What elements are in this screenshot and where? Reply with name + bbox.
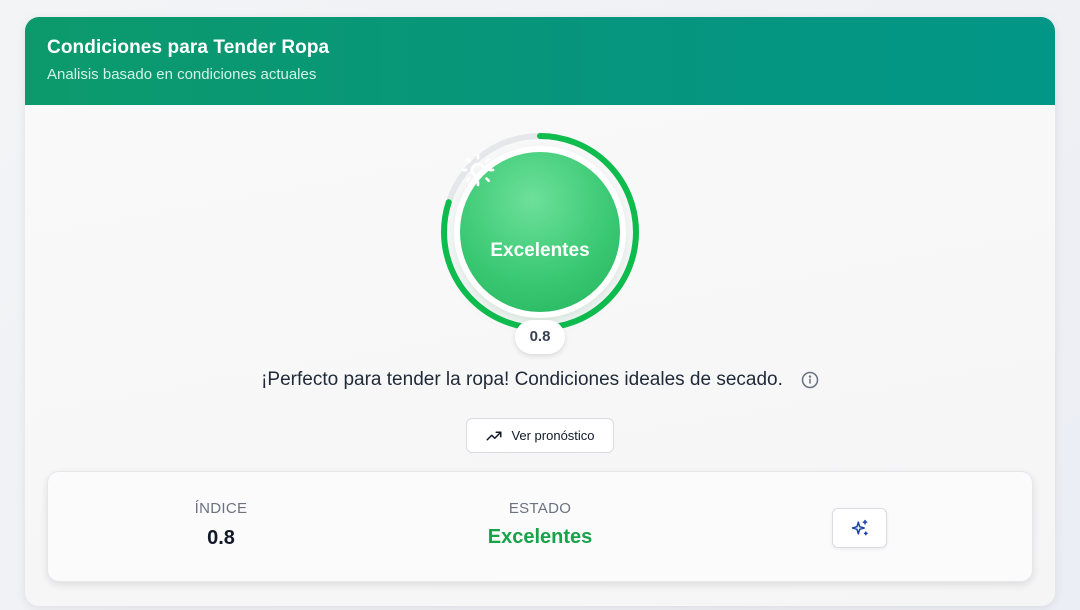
view-forecast-button[interactable]: Ver pronóstico <box>466 418 614 453</box>
gauge-center: Excelentes <box>460 152 620 312</box>
state-stat: ESTADO Excelentes <box>465 500 615 549</box>
gauge-value-badge: 0.8 <box>515 320 565 354</box>
gauge-status-label: Excelentes <box>490 240 590 261</box>
score-gauge: Excelentes <box>440 132 640 332</box>
state-value: Excelentes <box>487 526 593 548</box>
state-label: ESTADO <box>508 500 572 517</box>
sun-icon <box>461 153 495 187</box>
index-label: ÍNDICE <box>194 500 248 517</box>
sparkles-icon <box>851 519 868 536</box>
trending-up-icon <box>486 431 502 440</box>
card-title: Condiciones para Tender Ropa <box>47 37 330 58</box>
stats-panel: ÍNDICE 0.8 ESTADO Excelentes <box>47 471 1033 582</box>
view-forecast-label: Ver pronóstico <box>511 428 595 443</box>
message-row: ¡Perfecto para tender la ropa! Condicion… <box>25 369 1055 391</box>
index-value: 0.8 <box>207 527 235 549</box>
conditions-card: Condiciones para Tender Ropa Analisis ba… <box>25 17 1055 606</box>
sparkles-button[interactable] <box>832 508 887 548</box>
card-subtitle: Analisis basado en condiciones actuales <box>47 66 317 83</box>
info-icon[interactable] <box>801 371 819 389</box>
index-stat: ÍNDICE 0.8 <box>171 500 271 550</box>
status-message: ¡Perfecto para tender la ropa! Condicion… <box>261 369 783 390</box>
card-header: Condiciones para Tender Ropa Analisis ba… <box>25 17 1055 105</box>
